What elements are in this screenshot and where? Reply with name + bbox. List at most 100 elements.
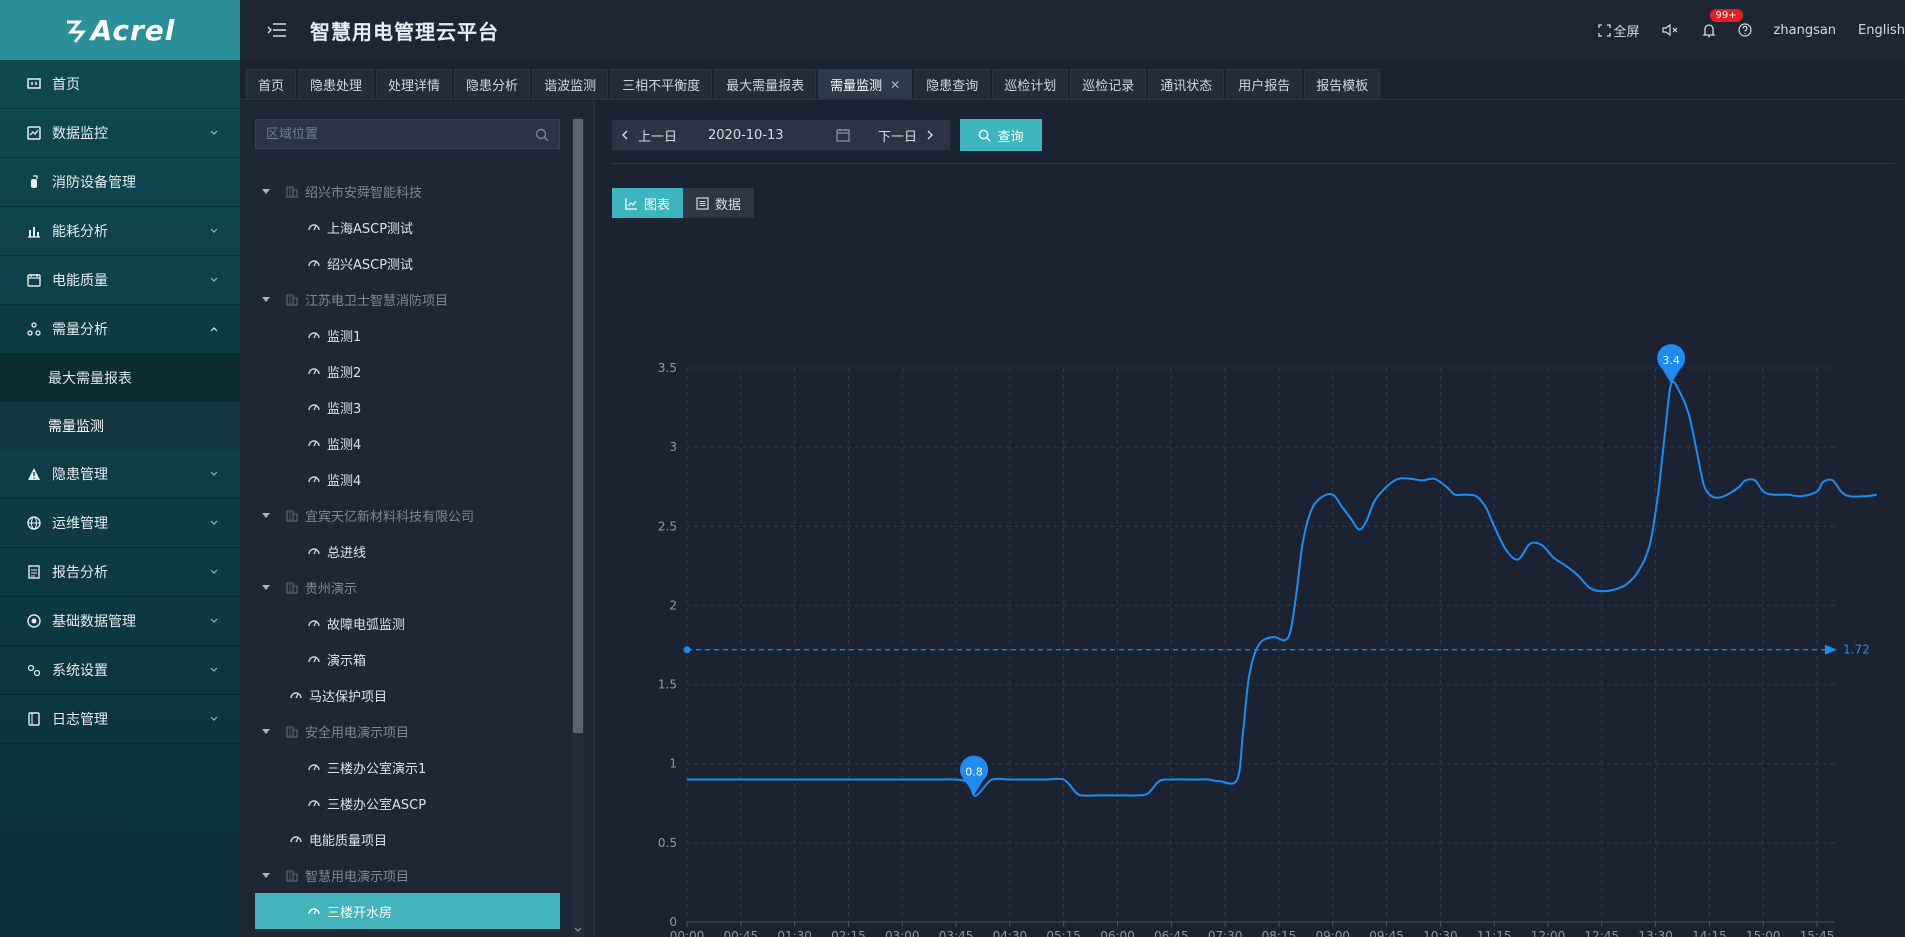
tab-hazard-query[interactable]: 隐患查询: [914, 69, 991, 99]
meter-icon: [308, 908, 320, 915]
chevron-down-icon: [210, 716, 218, 721]
tab-report-template[interactable]: 报告模板: [1304, 69, 1381, 99]
sidebar-item-hazard-management[interactable]: 隐患管理: [0, 450, 240, 499]
sidebar-item-base-data[interactable]: 基础数据管理: [0, 597, 240, 646]
tab-handling-details[interactable]: 处理详情: [376, 69, 453, 99]
tab-inspection-record[interactable]: 巡检记录: [1070, 69, 1147, 99]
tree-device-node[interactable]: 演示箱: [255, 641, 560, 677]
sidebar-item-demand-analysis[interactable]: 需量分析: [0, 305, 240, 354]
tree-device-node[interactable]: 马达保护项目: [255, 677, 560, 713]
caret-down-icon[interactable]: [261, 582, 271, 592]
location-search-input[interactable]: [266, 126, 526, 142]
tree-node-label: 绍兴市安舜智能科技: [305, 185, 423, 201]
prev-day-button[interactable]: 上一日: [620, 126, 677, 145]
query-button[interactable]: 查询: [960, 119, 1042, 151]
tree-group-node[interactable]: 智慧用电演示项目: [255, 857, 560, 893]
tree-device-node[interactable]: 电能质量项目: [255, 821, 560, 857]
submenu-item-demand-monitor[interactable]: 需量监测: [0, 402, 240, 450]
caret-down-icon[interactable]: [261, 870, 271, 880]
caret-down-icon[interactable]: [261, 294, 271, 304]
x-tick-label: 12:00: [1531, 929, 1566, 937]
tree-device-node[interactable]: 故障电弧监测: [255, 605, 560, 641]
tree-device-node[interactable]: 三楼办公室ASCP: [255, 785, 560, 821]
tab-hazard-handling[interactable]: 隐患处理: [298, 69, 375, 99]
sidebar-item-energy-analysis[interactable]: 能耗分析: [0, 207, 240, 256]
reference-line-label: 1.72: [1843, 643, 1870, 657]
sidebar-item-fire-equipment[interactable]: 消防设备管理: [0, 158, 240, 207]
tab-inspection-plan[interactable]: 巡检计划: [992, 69, 1069, 99]
tab-max-demand-report[interactable]: 最大需量报表: [714, 69, 817, 99]
notification-badge: 99+: [1709, 8, 1743, 22]
language-switch[interactable]: English: [1858, 23, 1905, 38]
tree-device-node[interactable]: 上海ASCP测试: [255, 209, 560, 245]
x-tick-label: 11:15: [1477, 929, 1512, 937]
y-tick-label: 1.5: [658, 678, 677, 692]
tree-device-node[interactable]: 监测4: [255, 461, 560, 497]
search-icon[interactable]: [535, 128, 549, 142]
tree-group-node[interactable]: 江苏电卫士智慧消防项目: [255, 281, 560, 317]
tree-device-node[interactable]: 总进线: [255, 533, 560, 569]
caret-down-icon[interactable]: [261, 510, 271, 520]
tab-user-report[interactable]: 用户报告: [1226, 69, 1303, 99]
tree-scrollbar[interactable]: [572, 117, 584, 937]
sidebar-item-report-analysis[interactable]: 报告分析: [0, 548, 240, 597]
tree-device-node[interactable]: 三楼开水房: [255, 893, 560, 929]
menu-toggle-button[interactable]: [262, 15, 292, 45]
tab-home[interactable]: 首页: [246, 69, 297, 99]
meter-icon: [308, 332, 320, 339]
tree-device-node[interactable]: 监测1: [255, 317, 560, 353]
mute-button[interactable]: [1661, 23, 1680, 37]
sidebar-item-system-settings[interactable]: 系统设置: [0, 646, 240, 695]
submenu-item-max-demand-report[interactable]: 最大需量报表: [0, 354, 240, 402]
tab-harmonic-monitor[interactable]: 谐波监测: [532, 69, 609, 99]
date-field[interactable]: 2020-10-13: [708, 128, 784, 143]
y-tick-label: 3.5: [658, 361, 677, 375]
meter-icon: [308, 656, 320, 663]
tab-three-phase-unbalance[interactable]: 三相不平衡度: [610, 69, 713, 99]
tree-device-node[interactable]: 监测4: [255, 425, 560, 461]
query-toolbar: 上一日 2020-10-13 下一日 查询: [612, 119, 1042, 151]
tree-device-node[interactable]: 监测3: [255, 389, 560, 425]
data-view-button[interactable]: 数据: [683, 188, 754, 218]
tree-device-node[interactable]: 监测2: [255, 353, 560, 389]
close-icon[interactable]: ✕: [890, 78, 900, 92]
sidebar-item-label: 需量分析: [52, 322, 108, 338]
sidebar-item-data-monitor[interactable]: 数据监控: [0, 109, 240, 158]
caret-down-icon[interactable]: [261, 726, 271, 736]
tree-group-node[interactable]: 绍兴市安舜智能科技: [255, 173, 560, 209]
tree-group-node[interactable]: 贵州演示: [255, 569, 560, 605]
monitor-icon: [26, 125, 42, 141]
search-icon: [979, 129, 992, 142]
next-day-button[interactable]: 下一日: [878, 126, 935, 145]
tab-demand-monitor[interactable]: 需量监测 ✕: [818, 69, 913, 99]
warning-icon: [26, 466, 42, 482]
caret-down-icon[interactable]: [261, 186, 271, 196]
x-tick-label: 14:15: [1692, 929, 1727, 937]
x-tick-label: 00:00: [670, 929, 705, 937]
x-tick-label: 09:45: [1369, 929, 1404, 937]
tree-scroll-thumb[interactable]: [573, 119, 583, 733]
tree-group-node[interactable]: 宜宾天亿新材料科技有限公司: [255, 497, 560, 533]
x-tick-label: 15:00: [1746, 929, 1781, 937]
notification-button[interactable]: 99+: [1701, 8, 1743, 38]
tree-device-node[interactable]: 绍兴ASCP测试: [255, 245, 560, 281]
user-menu[interactable]: zhangsan: [1774, 23, 1837, 38]
help-button[interactable]: [1737, 23, 1752, 37]
y-tick-label: 1: [669, 757, 677, 771]
tree-group-node[interactable]: 安全用电演示项目: [255, 713, 560, 749]
tree-device-node[interactable]: 三楼办公室演示1: [255, 749, 560, 785]
calendar-icon[interactable]: [836, 128, 850, 142]
tab-hazard-analysis[interactable]: 隐患分析: [454, 69, 531, 99]
fullscreen-button[interactable]: 全屏: [1597, 21, 1640, 40]
sidebar-item-log-management[interactable]: 日志管理: [0, 695, 240, 744]
chart-view-button[interactable]: 图表: [612, 188, 683, 218]
sidebar-item-operations[interactable]: 运维管理: [0, 499, 240, 548]
fullscreen-label: 全屏: [1613, 24, 1640, 40]
logo[interactable]: Acrel: [0, 0, 240, 60]
tab-comm-status[interactable]: 通讯状态: [1148, 69, 1225, 99]
sidebar-item-power-quality[interactable]: 电能质量: [0, 256, 240, 305]
sidebar-item-home[interactable]: 首页: [0, 60, 240, 109]
sidebar-item-label: 数据监控: [52, 126, 108, 142]
scroll-down-icon[interactable]: [573, 925, 583, 935]
x-tick-label: 06:45: [1154, 929, 1189, 937]
